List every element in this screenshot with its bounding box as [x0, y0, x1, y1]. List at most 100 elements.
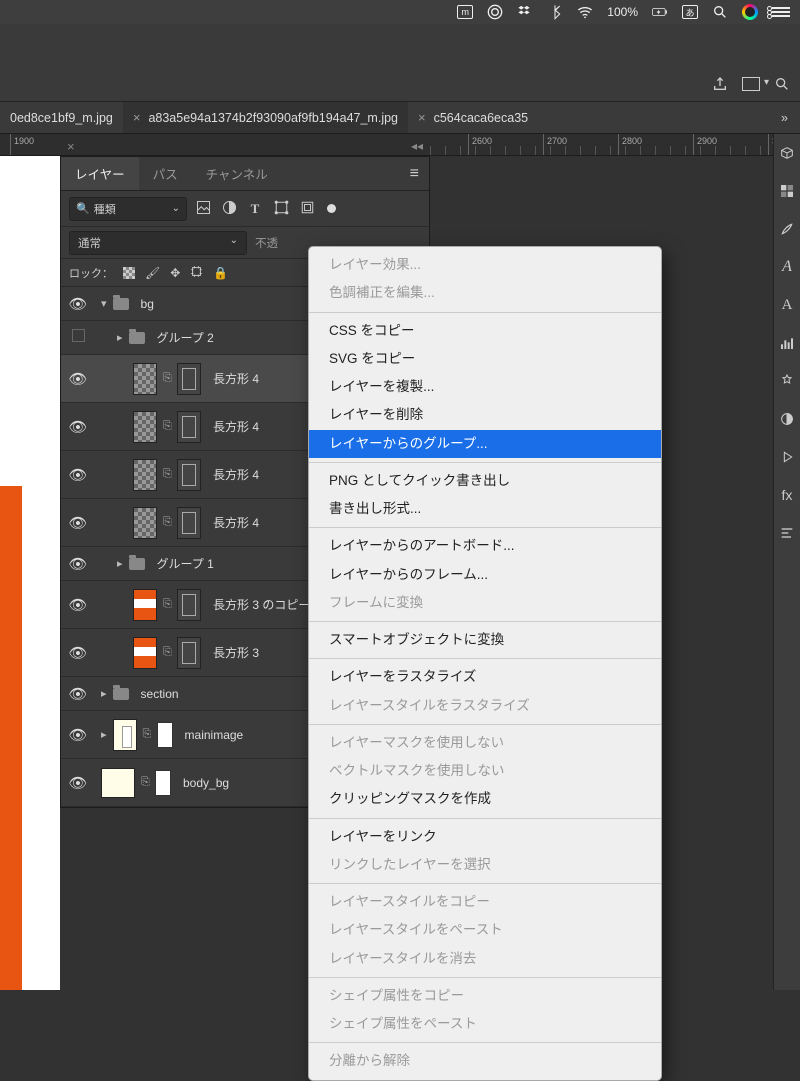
tab-channels[interactable]: チャンネル	[192, 157, 282, 190]
panel-icon-3d[interactable]	[778, 144, 796, 162]
lock-position-icon[interactable]: ✥	[170, 266, 180, 280]
canvas-area[interactable]	[0, 156, 60, 990]
document-tab[interactable]: ×a83a5e94a1374b2f93090af9fb194a47_m.jpg	[123, 102, 408, 133]
visibility-toggle[interactable]: 👁	[67, 685, 89, 703]
menu-item[interactable]: レイヤーを複製...	[309, 373, 661, 401]
layer-name[interactable]: グループ 1	[157, 555, 214, 572]
layer-mask-thumbnail[interactable]	[157, 722, 173, 748]
panel-icon-swatches[interactable]	[778, 182, 796, 200]
menu-item[interactable]: 書き出し形式...	[309, 495, 661, 523]
spotlight-icon[interactable]	[712, 4, 728, 20]
disclosure-icon[interactable]: ▸	[101, 687, 107, 700]
visibility-toggle[interactable]: 👁	[67, 555, 89, 573]
visibility-toggle[interactable]: 👁	[67, 514, 89, 532]
wifi-icon[interactable]	[577, 4, 593, 20]
ime-icon[interactable]: あ	[682, 5, 698, 19]
disclosure-icon[interactable]: ▾	[101, 297, 107, 310]
menu-item[interactable]: PNG としてクイック書き出し	[309, 467, 661, 495]
menu-item[interactable]: レイヤーからのグループ...	[309, 430, 661, 458]
visibility-toggle[interactable]: 👁	[67, 295, 89, 313]
filter-type-icon[interactable]: T	[245, 201, 265, 217]
app-icon[interactable]: m	[457, 5, 473, 19]
filter-shape-icon[interactable]	[271, 200, 291, 218]
layer-thumbnail[interactable]	[133, 507, 157, 539]
menu-item[interactable]: スマートオブジェクトに変換	[309, 626, 661, 654]
cc-icon[interactable]	[487, 4, 503, 20]
tabs-overflow-icon[interactable]: »	[769, 111, 800, 125]
visibility-toggle[interactable]: 👁	[67, 418, 89, 436]
lock-artboard-icon[interactable]	[190, 265, 203, 281]
layer-thumbnail[interactable]	[133, 589, 157, 621]
panel-icon-align[interactable]	[778, 524, 796, 542]
battery-icon[interactable]	[652, 4, 668, 20]
menu-item[interactable]: レイヤーからのアートボード...	[309, 532, 661, 560]
panel-collapse-icon[interactable]: ◂◂	[411, 139, 423, 153]
disclosure-icon[interactable]: ▸	[117, 331, 123, 344]
layer-name[interactable]: 長方形 3 のコピー	[213, 596, 310, 613]
tab-paths[interactable]: パス	[139, 157, 192, 190]
panel-icon-adjust[interactable]	[778, 410, 796, 428]
menu-item[interactable]: レイヤーを削除	[309, 401, 661, 429]
tab-layers[interactable]: レイヤー	[61, 157, 139, 190]
layer-thumbnail[interactable]	[133, 363, 157, 395]
visibility-toggle[interactable]: 👁	[67, 726, 89, 744]
panel-icon-actions[interactable]	[778, 448, 796, 466]
share-icon[interactable]	[712, 76, 728, 95]
layer-thumbnail[interactable]	[133, 459, 157, 491]
menu-item[interactable]: SVG をコピー	[309, 345, 661, 373]
layer-thumbnail[interactable]	[133, 637, 157, 669]
filter-smart-icon[interactable]	[297, 200, 317, 218]
vector-mask-thumbnail[interactable]	[177, 507, 201, 539]
panel-icon-styles[interactable]: fx	[778, 486, 796, 504]
document-tab[interactable]: ×c564caca6eca35	[408, 102, 538, 133]
menu-item[interactable]: レイヤーからのフレーム...	[309, 561, 661, 589]
visibility-toggle[interactable]	[67, 329, 89, 346]
close-icon[interactable]: ×	[133, 110, 141, 125]
layer-name[interactable]: section	[141, 687, 179, 701]
layer-name[interactable]: 長方形 4	[213, 370, 259, 387]
vector-mask-thumbnail[interactable]	[177, 363, 201, 395]
siri-icon[interactable]	[742, 4, 758, 20]
menu-item[interactable]: レイヤーをラスタライズ	[309, 663, 661, 691]
dropbox-icon[interactable]	[517, 4, 533, 20]
vector-mask-thumbnail[interactable]	[177, 589, 201, 621]
disclosure-icon[interactable]: ▸	[117, 557, 123, 570]
vector-mask-thumbnail[interactable]	[177, 459, 201, 491]
disclosure-icon[interactable]: ▸	[101, 728, 107, 741]
layer-name[interactable]: 長方形 3	[213, 644, 259, 661]
layer-name[interactable]: body_bg	[183, 776, 229, 790]
visibility-toggle[interactable]: 👁	[67, 644, 89, 662]
document-tab[interactable]: 0ed8ce1bf9_m.jpg	[0, 102, 123, 133]
layer-name[interactable]: mainimage	[185, 728, 244, 742]
menu-item[interactable]: CSS をコピー	[309, 317, 661, 345]
vector-mask-thumbnail[interactable]	[177, 411, 201, 443]
bluetooth-icon[interactable]	[547, 4, 563, 20]
filter-kind-select[interactable]: 🔍 種類 ⌄	[69, 197, 187, 221]
menu-item[interactable]: クリッピングマスクを作成	[309, 785, 661, 813]
filter-adjust-icon[interactable]	[219, 200, 239, 218]
layer-name[interactable]: bg	[141, 297, 154, 311]
panel-close-icon[interactable]: ×	[67, 139, 75, 154]
layer-mask-thumbnail[interactable]	[155, 770, 171, 796]
panel-icon-character[interactable]: A	[778, 258, 796, 276]
layer-name[interactable]: 長方形 4	[213, 418, 259, 435]
visibility-toggle[interactable]: 👁	[67, 466, 89, 484]
visibility-toggle[interactable]: 👁	[67, 774, 89, 792]
layer-name[interactable]: 長方形 4	[213, 466, 259, 483]
vector-mask-thumbnail[interactable]	[177, 637, 201, 669]
layer-name[interactable]: 長方形 4	[213, 514, 259, 531]
visibility-toggle[interactable]: 👁	[67, 370, 89, 388]
blend-mode-select[interactable]: 通常⌄	[69, 231, 247, 255]
panel-icon-brush[interactable]	[778, 220, 796, 238]
close-icon[interactable]: ×	[418, 110, 426, 125]
panel-icon-histogram[interactable]	[778, 334, 796, 352]
notification-center-icon[interactable]	[772, 5, 790, 19]
layer-thumbnail[interactable]	[101, 768, 135, 798]
layer-thumbnail[interactable]	[133, 411, 157, 443]
panel-menu-icon[interactable]: ≡	[400, 165, 429, 183]
search-icon[interactable]	[774, 76, 790, 95]
layer-thumbnail[interactable]	[113, 719, 137, 751]
menu-item[interactable]: レイヤーをリンク	[309, 823, 661, 851]
lock-paint-icon[interactable]: 🖌	[145, 266, 160, 280]
visibility-toggle[interactable]: 👁	[67, 596, 89, 614]
